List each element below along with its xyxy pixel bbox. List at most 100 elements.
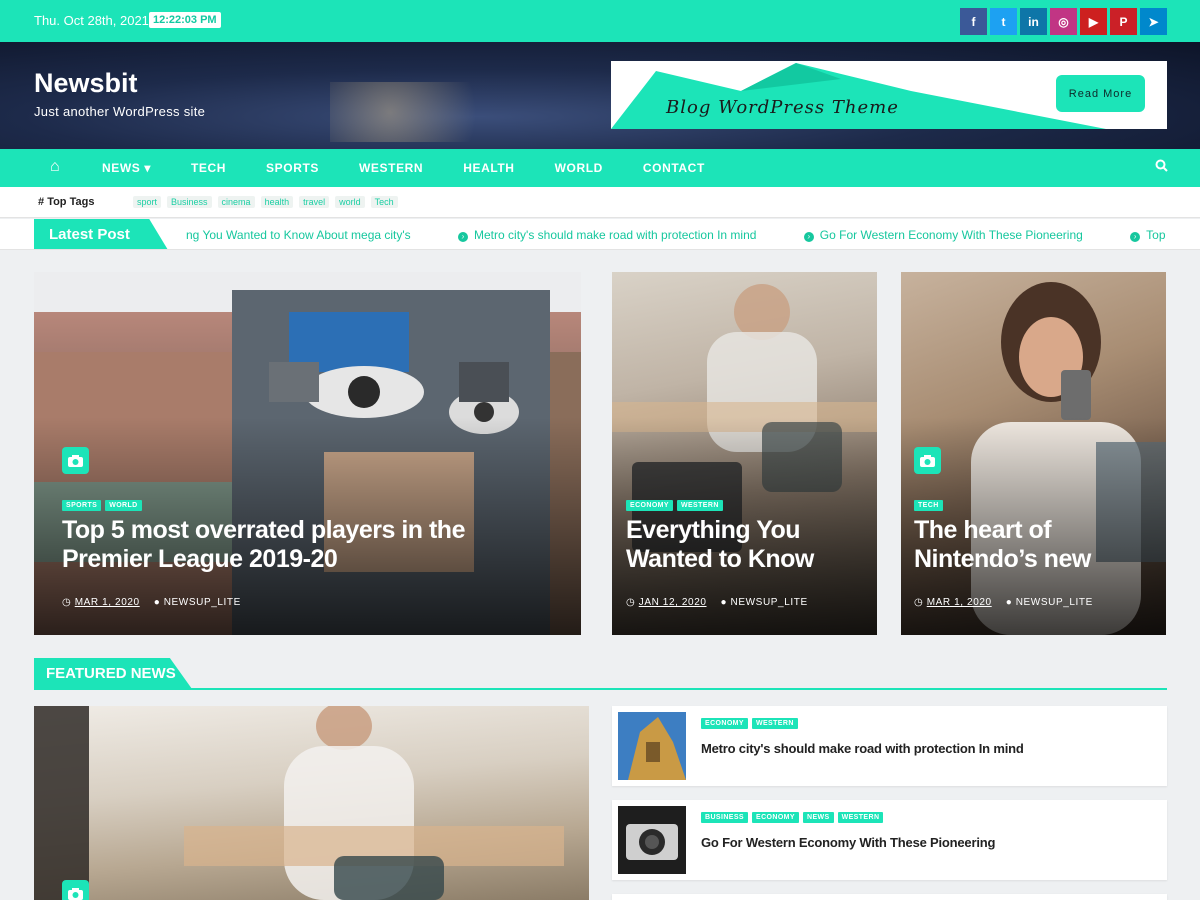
post-categories: TECH	[914, 500, 943, 511]
tag-sport[interactable]: sport	[133, 196, 162, 208]
chevron-right-icon: ›	[1130, 232, 1141, 242]
post-date[interactable]: ◷ MAR 1, 2020	[914, 597, 992, 608]
nav-menu: NEWS ▾ TECH SPORTS WESTERN HEALTH WORLD …	[102, 149, 745, 187]
tag-tech[interactable]: Tech	[370, 196, 398, 208]
ticker-item-text[interactable]: Go For Western Economy With These Pionee…	[820, 228, 1083, 242]
category-badge[interactable]: SPORTS	[62, 500, 102, 511]
featured-office-image	[34, 706, 564, 900]
tag-world[interactable]: world	[335, 196, 365, 208]
top-tags-bar: # Top Tags sport Business cinema health …	[0, 187, 1200, 218]
post-title[interactable]: Top 5 most overrated players in the Prem…	[62, 516, 502, 574]
post-author[interactable]: ● NEWSUP_LITE	[721, 597, 808, 608]
camera-icon	[62, 880, 89, 900]
post-author-text[interactable]: NEWSUP_LITE	[164, 597, 241, 608]
featured-list-item[interactable]: ECONOMY WESTERN Metro city's should make…	[612, 706, 1167, 786]
ticker-item-text[interactable]: Top 5 most overrated players in the Prem…	[1146, 228, 1166, 242]
nav-item-western[interactable]: WESTERN	[359, 161, 423, 175]
nav-item-tech[interactable]: TECH	[191, 161, 226, 175]
post-title[interactable]: The heart of Nintendo’s new	[914, 516, 1154, 574]
site-tagline: Just another WordPress site	[34, 104, 206, 119]
category-badge[interactable]: BUSINESS	[701, 812, 748, 823]
category-badge[interactable]: WESTERN	[751, 718, 798, 729]
top-bar: Thu. Oct 28th, 2021 12:22:03 PM f t in ◎…	[0, 0, 1200, 42]
post-thumbnail	[618, 806, 686, 874]
ticker-items: ng You Wanted to Know About mega city's …	[186, 228, 1166, 242]
social-links: f t in ◎ ▶ P ➤	[960, 8, 1167, 35]
header-ad-banner[interactable]: Blog WordPress Theme Read More	[611, 61, 1167, 129]
post-title[interactable]: Metro city's should make road with prote…	[701, 741, 1024, 756]
post-categories: ECONOMY WESTERN	[701, 718, 798, 729]
post-meta: ◷ MAR 1, 2020 ● NEWSUP_LITE	[914, 597, 1093, 608]
ticker-item[interactable]: › Metro city's should make road with prot…	[458, 228, 778, 242]
ticker-item-text[interactable]: ng You Wanted to Know About mega city's	[186, 228, 411, 242]
facebook-icon[interactable]: f	[960, 8, 987, 35]
category-badge[interactable]: NEWS	[802, 812, 834, 823]
camera-icon	[914, 447, 941, 474]
category-badge[interactable]: WESTERN	[676, 500, 723, 511]
nav-item-contact[interactable]: CONTACT	[643, 161, 705, 175]
home-icon[interactable]: ⌂	[50, 158, 60, 176]
post-date-text[interactable]: JAN 12, 2020	[639, 597, 707, 608]
read-more-button[interactable]: Read More	[1056, 75, 1145, 112]
current-time: 12:22:03 PM	[149, 12, 221, 28]
post-categories: ECONOMY WESTERN	[626, 500, 723, 511]
ticker-item-text[interactable]: Metro city's should make road with prote…	[474, 228, 756, 242]
nav-item-news[interactable]: NEWS ▾	[102, 161, 151, 175]
hero-post-card[interactable]: ECONOMY WESTERN Everything You Wanted to…	[612, 272, 877, 635]
chevron-right-icon: ›	[803, 232, 814, 242]
post-date-text[interactable]: MAR 1, 2020	[927, 597, 992, 608]
featured-news-label: FEATURED NEWS	[34, 658, 192, 689]
ticker-item[interactable]: › Go For Western Economy With These Pione…	[803, 228, 1105, 242]
category-badge[interactable]: WORLD	[105, 500, 142, 511]
hero-post-card[interactable]: TECH The heart of Nintendo’s new ◷ MAR 1…	[901, 272, 1166, 635]
post-author[interactable]: ● NEWSUP_LITE	[1006, 597, 1093, 608]
chevron-right-icon: ›	[458, 232, 469, 242]
category-badge[interactable]: ECONOMY	[626, 500, 673, 511]
category-badge[interactable]: TECH	[914, 500, 943, 511]
post-date[interactable]: ◷ JAN 12, 2020	[626, 597, 707, 608]
tag-health[interactable]: health	[260, 196, 294, 208]
telegram-icon[interactable]: ➤	[1140, 8, 1167, 35]
nav-item-world[interactable]: WORLD	[555, 161, 603, 175]
latest-post-label: Latest Post	[34, 219, 168, 249]
site-title[interactable]: Newsbit	[34, 68, 138, 99]
post-author[interactable]: ● NEWSUP_LITE	[154, 597, 241, 608]
nav-item-sports[interactable]: SPORTS	[266, 161, 319, 175]
category-badge[interactable]: ECONOMY	[701, 718, 748, 729]
top-tags-label-text: Top Tags	[47, 196, 95, 208]
post-title[interactable]: Everything You Wanted to Know	[626, 516, 866, 574]
instagram-icon[interactable]: ◎	[1050, 8, 1077, 35]
ticker-item[interactable]: › Top 5 most overrated players in the Pre…	[1130, 228, 1166, 242]
top-tags-label: # Top Tags	[38, 196, 95, 208]
post-date[interactable]: ◷ MAR 1, 2020	[62, 597, 140, 608]
post-title[interactable]: Go For Western Economy With These Pionee…	[701, 835, 995, 850]
ad-banner-text: Blog WordPress Theme	[666, 97, 899, 118]
twitter-icon[interactable]: t	[990, 8, 1017, 35]
category-badge[interactable]: ECONOMY	[752, 812, 799, 823]
tag-business[interactable]: Business	[167, 196, 212, 208]
category-badge[interactable]: WESTERN	[837, 812, 884, 823]
linkedin-icon[interactable]: in	[1020, 8, 1047, 35]
header-background-lights	[330, 82, 530, 142]
site-header: Newsbit Just another WordPress site Blog…	[0, 42, 1200, 149]
post-meta: ◷ MAR 1, 2020 ● NEWSUP_LITE	[62, 597, 241, 608]
post-author-text[interactable]: NEWSUP_LITE	[731, 597, 808, 608]
post-author-text[interactable]: NEWSUP_LITE	[1016, 597, 1093, 608]
post-meta: ◷ JAN 12, 2020 ● NEWSUP_LITE	[626, 597, 808, 608]
search-icon[interactable]	[1155, 159, 1168, 175]
post-date-text[interactable]: MAR 1, 2020	[75, 597, 140, 608]
featured-list-item[interactable]	[612, 894, 1167, 900]
latest-post-ticker: Latest Post ng You Wanted to Know About …	[0, 219, 1200, 250]
ticker-item[interactable]: ng You Wanted to Know About mega city's	[186, 228, 433, 242]
featured-list-item[interactable]: BUSINESS ECONOMY NEWS WESTERN Go For Wes…	[612, 800, 1167, 880]
main-navigation: ⌂ NEWS ▾ TECH SPORTS WESTERN HEALTH WORL…	[0, 149, 1200, 187]
featured-post-image[interactable]	[34, 706, 589, 900]
tag-cinema[interactable]: cinema	[217, 196, 255, 208]
camera-icon	[62, 447, 89, 474]
tag-travel[interactable]: travel	[299, 196, 330, 208]
hero-post-card[interactable]: SPORTS WORLD Top 5 most overrated player…	[34, 272, 581, 635]
youtube-icon[interactable]: ▶	[1080, 8, 1107, 35]
featured-news-header: FEATURED NEWS	[34, 658, 1167, 690]
nav-item-health[interactable]: HEALTH	[463, 161, 514, 175]
pinterest-icon[interactable]: P	[1110, 8, 1137, 35]
